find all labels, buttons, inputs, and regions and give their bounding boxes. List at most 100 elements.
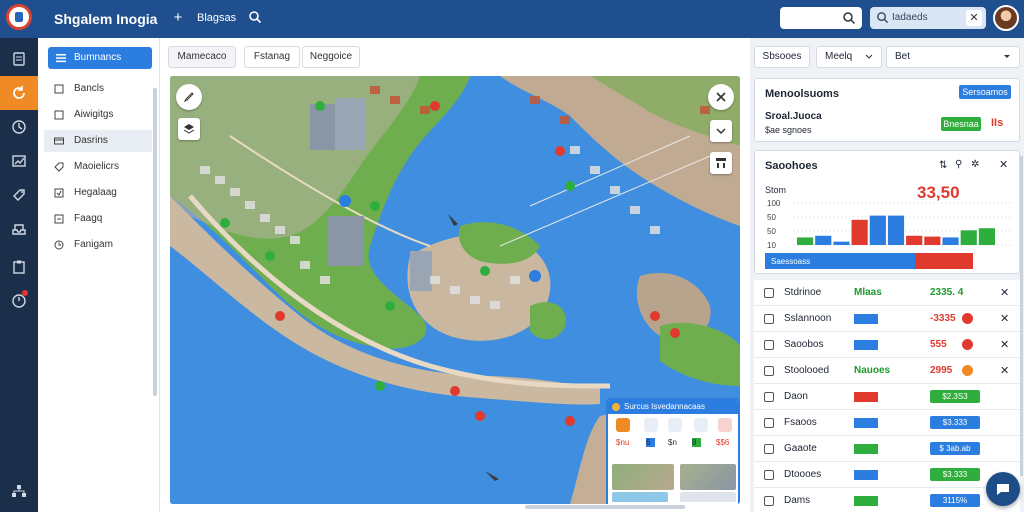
- row-checkbox[interactable]: [764, 314, 774, 324]
- y-tick-label: 10: [767, 241, 776, 250]
- sidebar-item-5[interactable]: Faagq: [44, 208, 152, 230]
- filter-select[interactable]: Meelq: [816, 46, 882, 68]
- legend-label: Saessoass: [771, 257, 810, 266]
- table-row[interactable]: Dams 3115%: [754, 488, 1020, 512]
- map-close-button[interactable]: [708, 84, 734, 110]
- header-link[interactable]: Blagsas: [197, 12, 236, 24]
- sidebar-primary-button[interactable]: Bumnancs: [48, 47, 152, 69]
- info-icon[interactable]: [694, 418, 708, 432]
- rail-item-inbox[interactable]: [0, 212, 38, 246]
- table-row[interactable]: Gaaote $ 3ab.ab: [754, 436, 1020, 462]
- search-input[interactable]: [780, 7, 862, 29]
- y-tick-label: 100: [767, 199, 781, 208]
- tab-map-0[interactable]: Mamecaco: [168, 46, 236, 68]
- row-checkbox[interactable]: [764, 444, 774, 454]
- row-close-icon[interactable]: ✕: [1000, 312, 1012, 325]
- chevron-down-icon: [865, 54, 873, 59]
- chart-bar[interactable]: [887, 215, 905, 245]
- clock-icon: [54, 240, 64, 250]
- chat-fab-button[interactable]: [986, 472, 1020, 506]
- close-icon: [716, 92, 726, 102]
- popup-stat: $n: [668, 438, 677, 447]
- row-close-icon[interactable]: ✕: [1000, 338, 1012, 351]
- close-icon[interactable]: ✕: [999, 158, 1008, 171]
- sidebar-item-4[interactable]: Hegalaag: [44, 182, 152, 204]
- map-canvas[interactable]: Surcus Isvedannacaas $nu 6 $n 8 $$6: [170, 76, 740, 504]
- chart-bar[interactable]: [960, 230, 977, 245]
- chart-bar[interactable]: [978, 228, 995, 245]
- sidebar-scrollbar[interactable]: [153, 88, 157, 396]
- rail-item-alerts[interactable]: [0, 284, 38, 318]
- rail-item-chart[interactable]: [0, 144, 38, 178]
- row-close-icon[interactable]: ✕: [1000, 286, 1012, 299]
- sidebar-item-6[interactable]: Fanigam: [44, 234, 152, 256]
- search-filter-pill[interactable]: Iadaeds ✕: [870, 7, 986, 29]
- sidebar-item-2[interactable]: Dasrins: [44, 130, 152, 152]
- row-value: 555: [930, 339, 947, 350]
- chart-bar[interactable]: [906, 235, 923, 245]
- row-checkbox[interactable]: [764, 366, 774, 376]
- search-icon[interactable]: [248, 10, 262, 24]
- settings-icon[interactable]: ✲: [971, 159, 979, 170]
- popup-title: Surcus Isvedannacaas: [608, 400, 738, 414]
- chart-bar[interactable]: [815, 235, 832, 245]
- chart-bar[interactable]: [924, 236, 941, 245]
- sort-icon[interactable]: ⇅: [939, 160, 947, 171]
- map-horizontal-scrollbar[interactable]: [525, 505, 685, 509]
- table-row[interactable]: Fsaoos $3.333: [754, 410, 1020, 436]
- row-value-badge: $3.333: [930, 468, 980, 481]
- table-row[interactable]: Saoobos 555 ✕: [754, 332, 1020, 358]
- row-close-icon[interactable]: ✕: [1000, 364, 1012, 377]
- chart-bar[interactable]: [851, 219, 868, 245]
- rail-item-clipboard[interactable]: [0, 250, 38, 284]
- map-grid-button[interactable]: [710, 152, 732, 174]
- globe-icon[interactable]: [668, 418, 682, 432]
- chart-bar[interactable]: [942, 237, 959, 245]
- sidebar-item-1[interactable]: Aiwigitgs: [44, 104, 152, 126]
- rail-item-clock[interactable]: [0, 110, 38, 144]
- rail-item-documents[interactable]: [0, 42, 38, 76]
- right-toolbar-button[interactable]: Sbsooes: [754, 46, 810, 68]
- period-select[interactable]: Bet: [886, 46, 1020, 68]
- app-logo[interactable]: [6, 4, 32, 30]
- row-checkbox[interactable]: [764, 470, 774, 480]
- chart-bar[interactable]: [833, 241, 850, 245]
- summary-subtitle: Sroal.Juoca: [765, 111, 822, 122]
- rail-item-network[interactable]: [0, 474, 38, 508]
- row-checkbox[interactable]: [764, 392, 774, 402]
- location-popup[interactable]: Surcus Isvedannacaas $nu 6 $n 8 $$6: [606, 398, 740, 504]
- table-row[interactable]: Daon $2.3S3: [754, 384, 1020, 410]
- map-layers-button[interactable]: [178, 118, 200, 140]
- avatar[interactable]: [993, 5, 1019, 31]
- table-row[interactable]: Sslannoon -3335 ✕: [754, 306, 1020, 332]
- location-icon[interactable]: [718, 418, 732, 432]
- clear-search-button[interactable]: ✕: [966, 10, 982, 26]
- row-checkbox[interactable]: [764, 418, 774, 428]
- settings-icon[interactable]: [644, 418, 658, 432]
- sales-chart-card: Saoohoes ⇅ ⚲ ✲ ✕ Stom 33,50 100 50 50 10 Sae…: [754, 150, 1020, 274]
- pin-icon[interactable]: ⚲: [955, 159, 962, 170]
- tab-map-2[interactable]: Neggoice: [302, 46, 360, 68]
- add-button[interactable]: +: [170, 9, 186, 27]
- map-collapse-button[interactable]: [710, 120, 732, 142]
- row-checkbox[interactable]: [764, 288, 774, 298]
- row-checkbox[interactable]: [764, 496, 774, 506]
- row-label: Mlaas: [854, 287, 882, 298]
- chart-bar[interactable]: [869, 215, 886, 245]
- table-row[interactable]: Stdrinoe Mlaas 2335. 4 ✕: [754, 280, 1020, 306]
- summary-action-button[interactable]: Sersoamos: [959, 85, 1011, 99]
- right-scrollbar[interactable]: [1020, 156, 1023, 476]
- sidebar-item-3[interactable]: Maoielicrs: [44, 156, 152, 178]
- table-row[interactable]: Stoolooed Nauoes 2995 ✕: [754, 358, 1020, 384]
- map-draw-button[interactable]: [176, 84, 202, 110]
- popup-thumbnail[interactable]: [612, 464, 674, 490]
- rail-item-tag[interactable]: [0, 178, 38, 212]
- chart-bar[interactable]: [797, 237, 814, 245]
- rail-item-map[interactable]: [0, 76, 38, 110]
- popup-thumbnail[interactable]: [680, 464, 736, 490]
- row-checkbox[interactable]: [764, 340, 774, 350]
- alert-icon[interactable]: [616, 418, 630, 432]
- table-row[interactable]: Dtoooes $3.333: [754, 462, 1020, 488]
- tab-map-1[interactable]: Fstanag: [244, 46, 300, 68]
- sidebar-item-0[interactable]: Bancls: [44, 78, 152, 100]
